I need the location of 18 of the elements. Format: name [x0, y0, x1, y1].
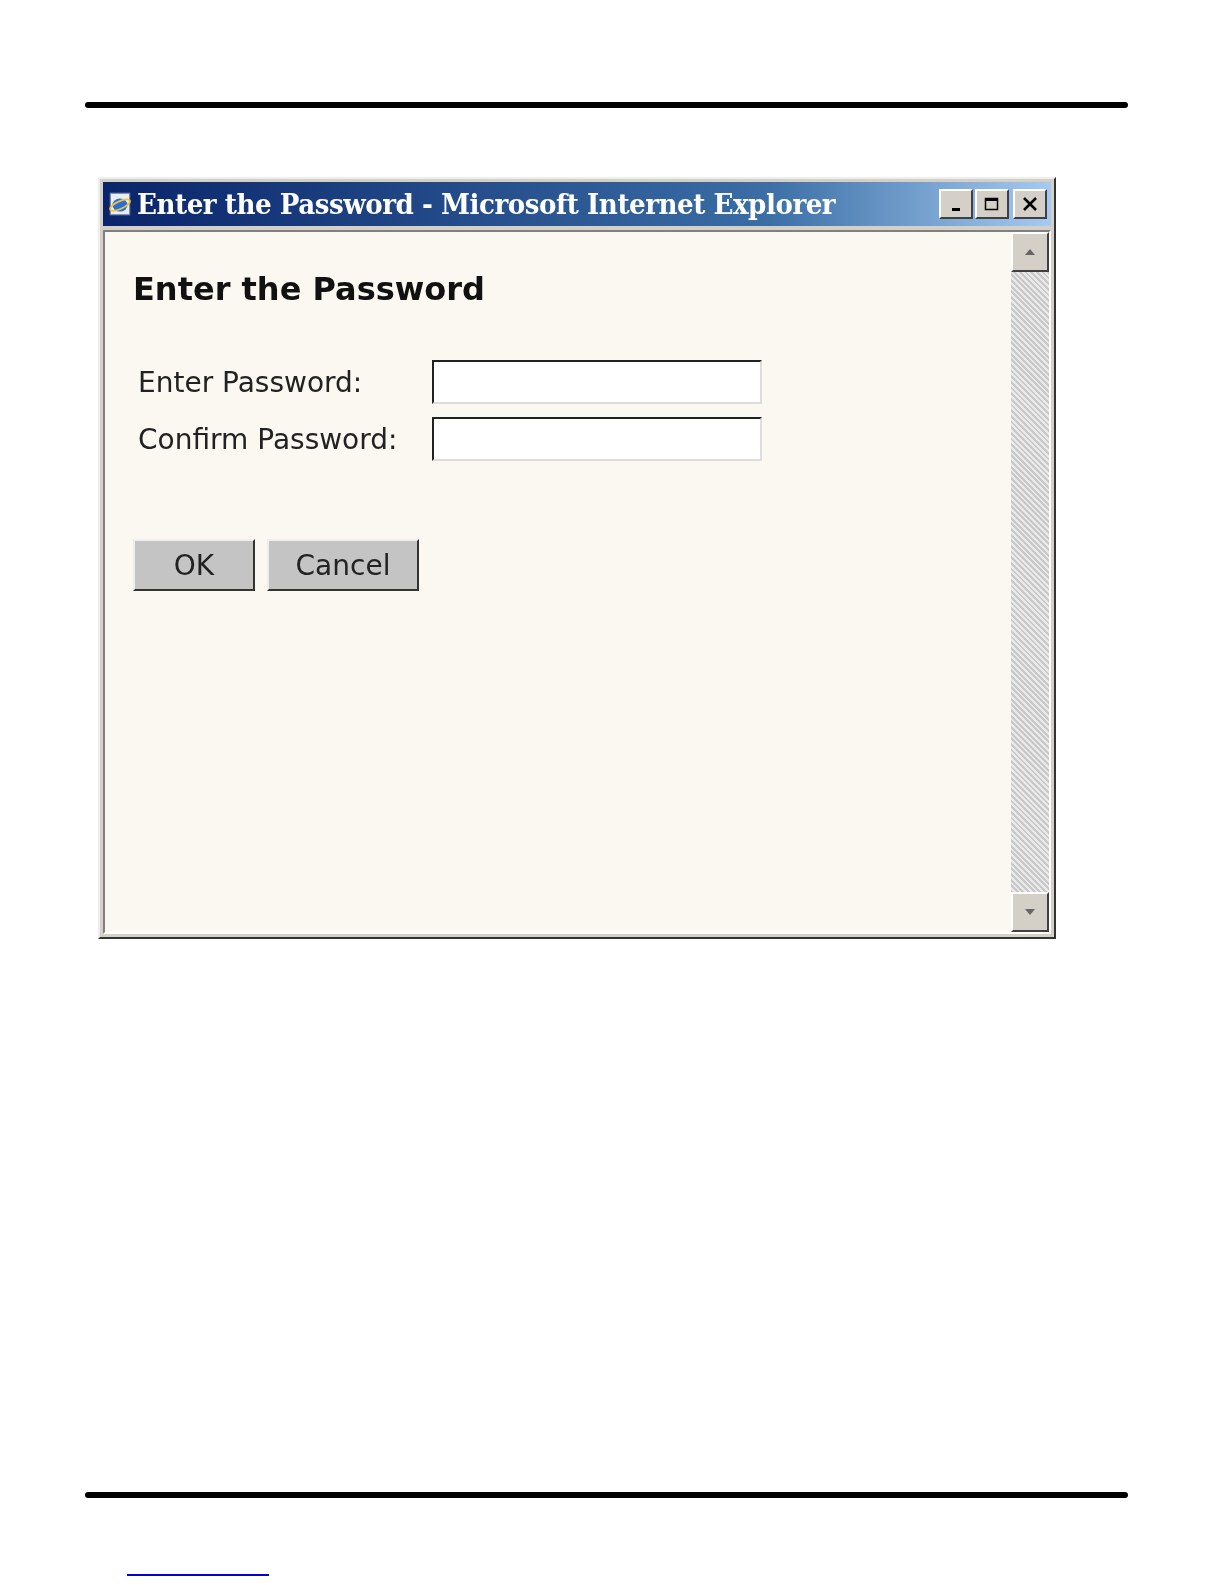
page-heading: Enter the Password: [133, 270, 486, 308]
field-label: Confirm Password:: [138, 422, 399, 456]
maximize-button[interactable]: [975, 189, 1009, 219]
close-icon: [1022, 197, 1038, 211]
minimize-icon: [952, 207, 960, 211]
password-field[interactable]: [432, 417, 762, 461]
browser-icon: [107, 191, 133, 217]
scrollbar[interactable]: [1011, 232, 1049, 932]
window-title: Enter the Password - Microsoft Internet Explorer: [137, 188, 836, 220]
field-label: Enter Password:: [138, 365, 364, 399]
close-button[interactable]: [1013, 189, 1047, 219]
scroll-up-icon[interactable]: [1011, 232, 1049, 272]
scroll-down-icon[interactable]: [1011, 892, 1049, 932]
password-field[interactable]: [432, 360, 762, 404]
maximize-icon: [984, 197, 1000, 211]
form-button[interactable]: OK: [133, 539, 255, 591]
minimize-button[interactable]: [939, 189, 973, 219]
form-button[interactable]: Cancel: [267, 539, 419, 591]
